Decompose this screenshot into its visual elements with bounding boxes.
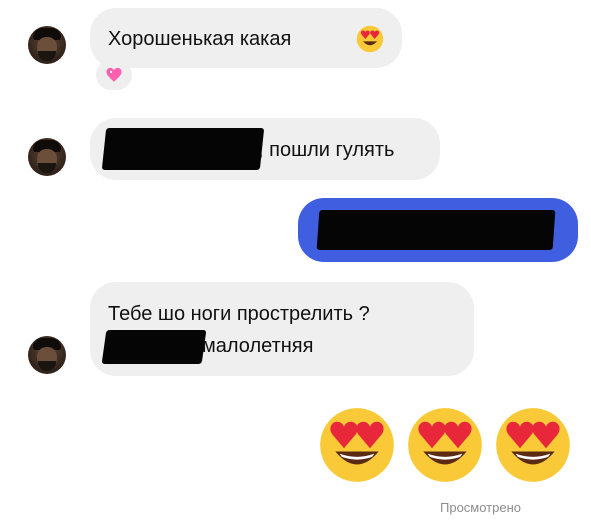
heart-eyes-emoji-icon	[320, 408, 394, 482]
message-text: , пошли гулять	[258, 139, 395, 161]
avatar[interactable]	[28, 138, 66, 176]
seen-status: Просмотрено	[440, 500, 522, 515]
sparkling-heart-icon	[106, 67, 122, 82]
message-text-line-1: Тебе шо ноги прострелить ?	[108, 303, 370, 325]
outgoing-message-bubble[interactable]	[298, 198, 578, 262]
message-text-line-2: малолетняя	[202, 335, 314, 357]
incoming-message-bubble[interactable]: , пошли гулять	[90, 118, 440, 180]
heart-eyes-emoji-icon	[408, 408, 482, 482]
redacted-message	[316, 210, 556, 250]
incoming-message-bubble[interactable]: Тебе шо ноги прострелить ? малолетняя	[90, 282, 474, 376]
redacted-name	[101, 128, 265, 170]
reaction-badge[interactable]	[96, 60, 132, 90]
heart-eyes-emoji-icon	[356, 25, 384, 53]
redacted-name	[101, 330, 207, 364]
avatar[interactable]	[28, 336, 66, 374]
heart-eyes-emoji-icon	[496, 408, 570, 482]
avatar[interactable]	[28, 26, 66, 64]
incoming-message-bubble[interactable]: Хорошенькая какая	[90, 8, 402, 68]
message-text: Хорошенькая какая	[108, 28, 292, 50]
